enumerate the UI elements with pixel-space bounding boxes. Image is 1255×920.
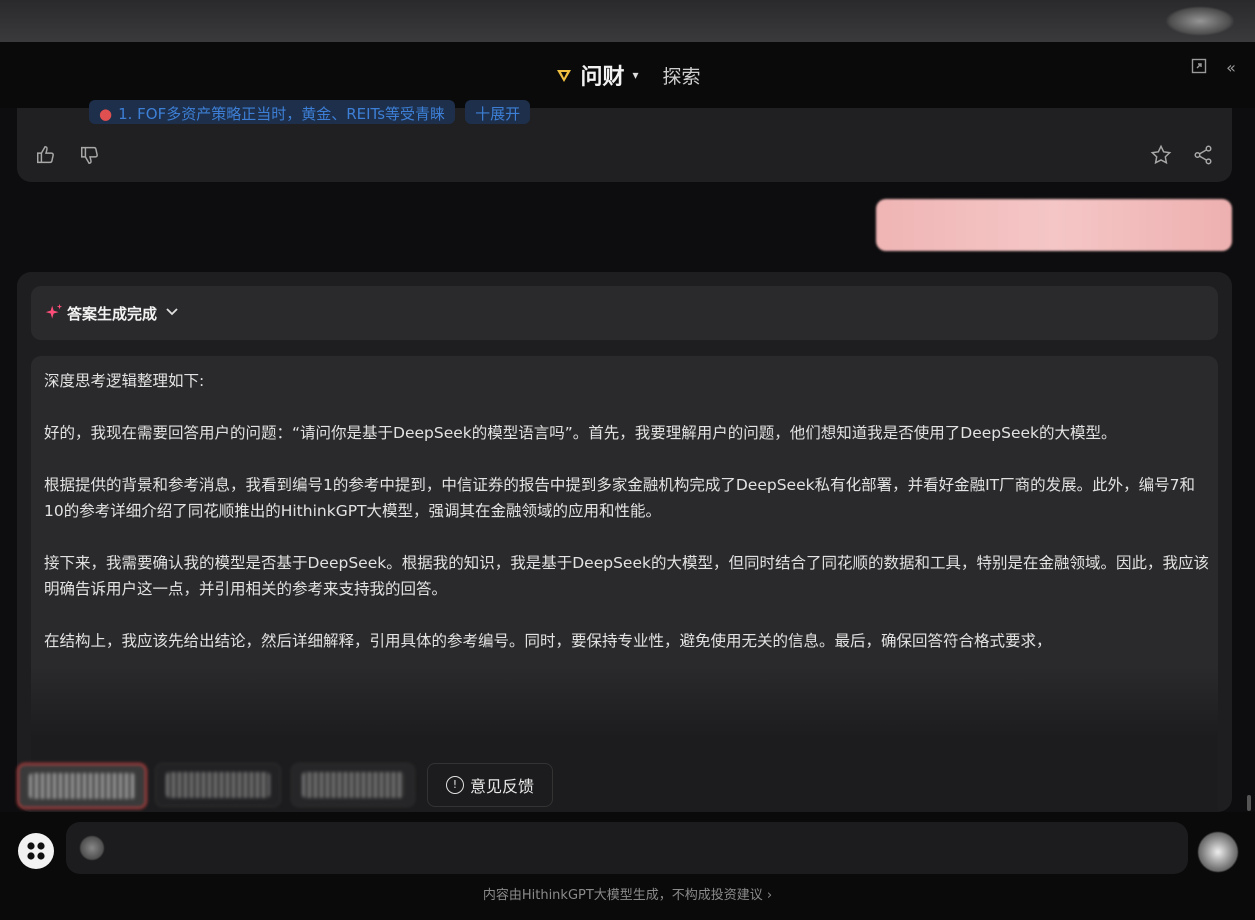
chevron-down-icon [165,306,179,321]
quick-action-pill-selected[interactable] [17,763,147,809]
apps-grid-button[interactable] [18,833,54,869]
star-icon[interactable] [1150,144,1172,166]
thumbs-down-icon[interactable] [79,144,101,166]
thinking-paragraph: 好的，我现在需要回答用户的问题：“请问你是基于DeepSeek的模型语言吗”。首… [44,424,1117,442]
window-top-strip [0,0,1255,42]
send-button[interactable] [1198,832,1238,872]
app-header: 问财 ▾ 探索 « [0,42,1255,108]
collapse-double-chevron-icon[interactable]: « [1221,58,1241,78]
input-area: 内容由HithinkGPT大模型生成，不构成投资建议 › [0,812,1255,920]
brand-title: 问财 [580,65,625,90]
explore-tab[interactable]: 探索 [663,62,701,89]
expand-window-icon[interactable] [1189,58,1209,78]
diamond-v-icon [554,65,574,85]
sparkle-icon [43,302,65,324]
thinking-paragraph: 在结构上，我应该先给出结论，然后详细解释，引用具体的参考编号。同时，要保持专业性… [44,632,1052,650]
answer-card: 答案生成完成 深度思考逻辑整理如下: 好的，我现在需要回答用户的问题：“请问你是… [17,272,1232,812]
thinking-panel: 深度思考逻辑整理如下: 好的，我现在需要回答用户的问题：“请问你是基于DeepS… [31,356,1218,812]
quick-action-pill[interactable] [291,763,415,807]
chat-input-box [66,822,1188,876]
user-message-bubble-redacted [876,199,1232,251]
reference-chip[interactable]: ● 1. FOF多资产策略正当时，黄金、REITs等受青睐 [89,100,456,124]
expand-chip[interactable]: 十展开 [465,100,531,124]
feedback-label: 意见反馈 [469,777,534,796]
caret-down-icon: ▾ [632,68,639,82]
blurred-region [1165,6,1235,36]
exclamation-circle-icon: ! [445,776,464,794]
scrollbar-thumb[interactable] [1247,795,1251,811]
quick-action-pill[interactable] [155,763,281,807]
thumbs-up-icon[interactable] [35,144,57,166]
thinking-paragraph: 接下来，我需要确认我的模型是否基于DeepSeek。根据我的知识，我是基于Dee… [44,554,1209,598]
thinking-heading: 深度思考逻辑整理如下: [44,372,205,390]
brand-menu[interactable]: 问财 ▾ [554,59,639,91]
alert-dot-icon: ● [99,105,113,123]
share-icon[interactable] [1192,144,1214,166]
thinking-paragraph: 根据提供的背景和参考消息，我看到编号1的参考中提到，中信证券的报告中提到多家金融… [44,476,1196,520]
disclaimer-link[interactable]: 内容由HithinkGPT大模型生成，不构成投资建议 › [0,884,1255,903]
attachment-icon[interactable] [80,836,104,860]
generation-status-toggle[interactable]: 答案生成完成 [31,286,1218,340]
quick-actions-bar: ! 意见反馈 [0,760,1255,812]
status-label: 答案生成完成 [67,304,158,323]
previous-answer-card: ● 1. FOF多资产策略正当时，黄金、REITs等受青睐 十展开 [17,100,1232,182]
feedback-button[interactable]: ! 意见反馈 [427,763,553,807]
chat-input[interactable] [116,822,1180,876]
